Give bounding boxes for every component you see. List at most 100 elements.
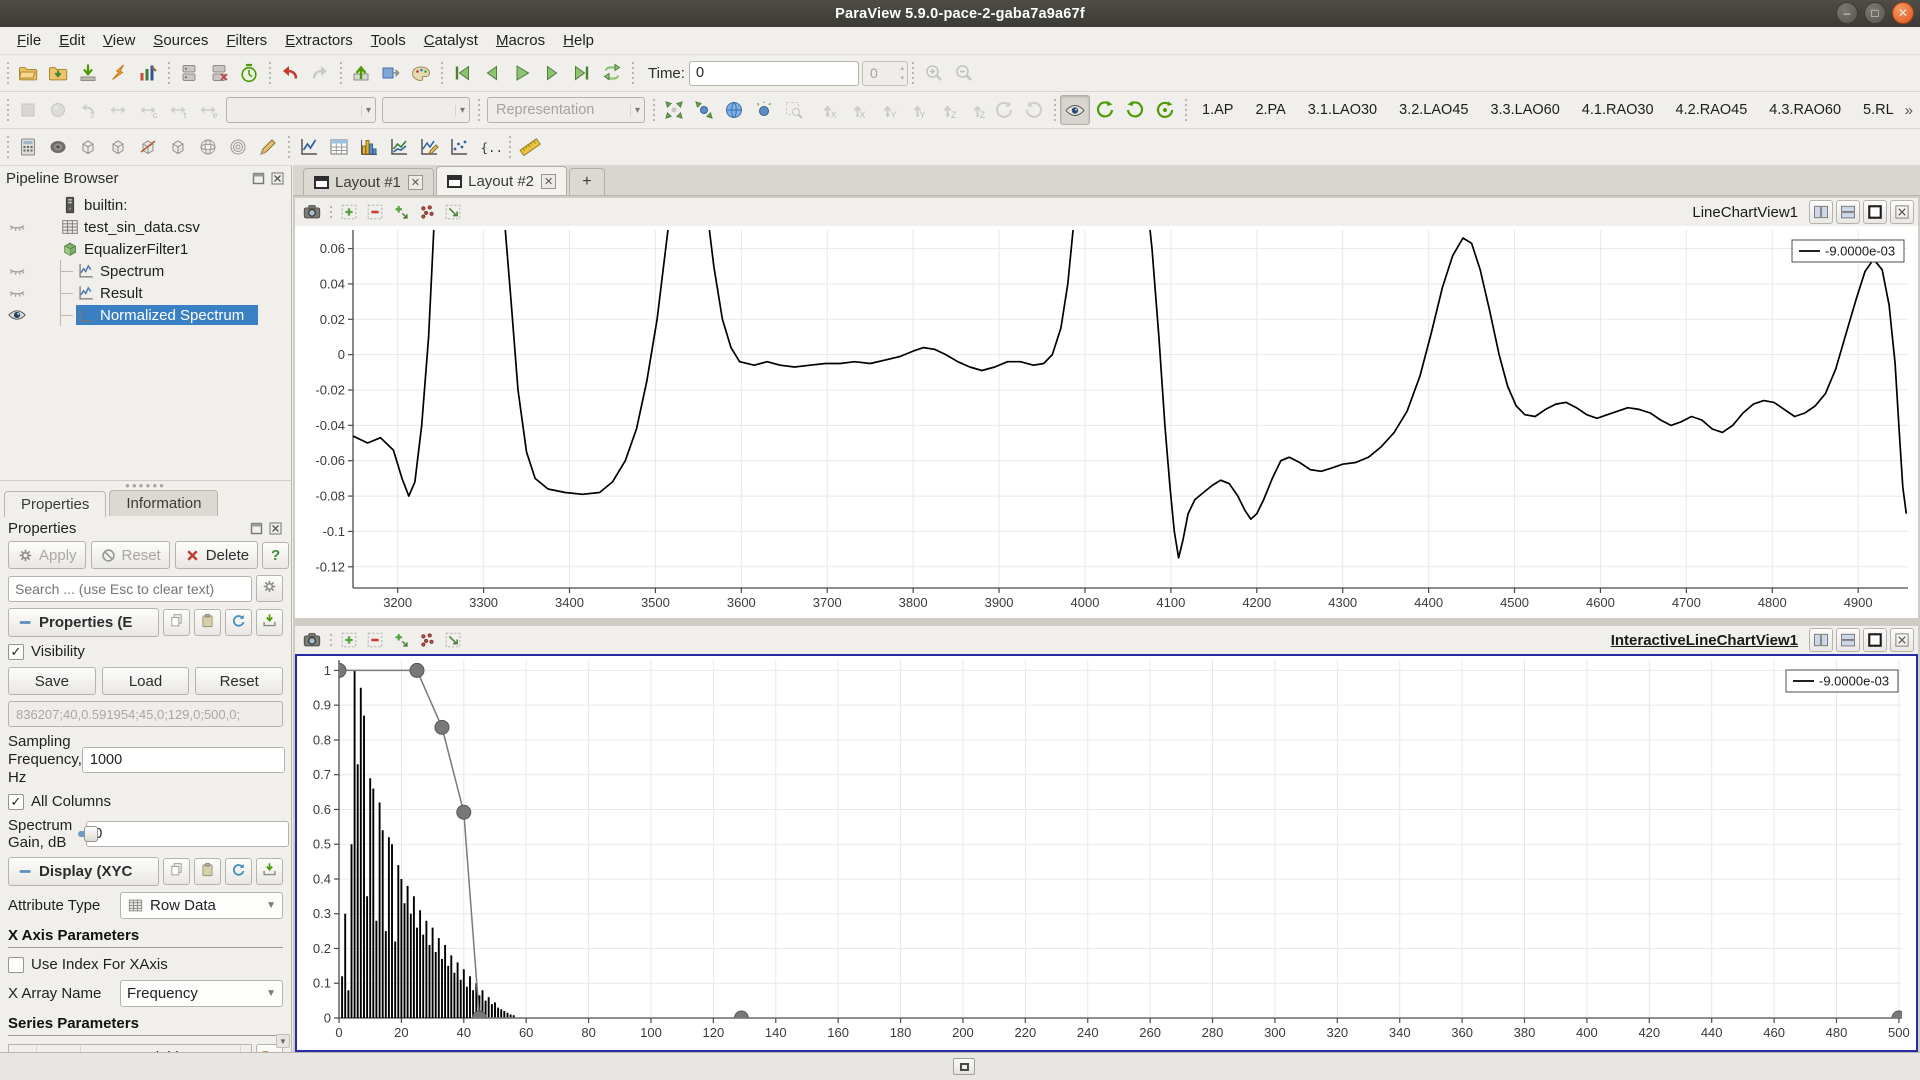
copy-properties-button[interactable]	[163, 609, 190, 636]
zoom-selection-icon[interactable]	[440, 627, 466, 653]
sampling-frequency-input[interactable]	[82, 747, 285, 773]
eye-closed-icon[interactable]	[0, 261, 34, 281]
visibility-checkbox[interactable]: ✓	[8, 644, 24, 660]
rescale-data-range-button[interactable]	[103, 95, 133, 125]
split-horizontal-icon[interactable]	[1836, 628, 1860, 652]
macro-32lao45-button[interactable]: 3.2.LAO45	[1392, 98, 1475, 122]
add-camera-link-button[interactable]	[1090, 95, 1120, 125]
reset-defaults-button[interactable]	[225, 609, 252, 636]
server-disconnect-button[interactable]	[204, 58, 234, 88]
add-view-icon[interactable]	[336, 627, 362, 653]
equalizer-control-point[interactable]	[410, 663, 424, 677]
timer-button[interactable]	[234, 58, 264, 88]
python-calculator-button[interactable]: {...}	[474, 132, 504, 162]
contour-filter-button[interactable]	[223, 132, 253, 162]
maximize-button[interactable]: □	[1864, 2, 1886, 24]
camera-undo-button[interactable]	[1150, 95, 1180, 125]
layout-tab-1[interactable]: Layout #1✕	[303, 168, 434, 195]
reset-camera-closest-button[interactable]	[719, 95, 749, 125]
redo-button[interactable]	[305, 58, 335, 88]
select-all-checkbox[interactable]	[9, 1045, 37, 1052]
reset-camera-button[interactable]	[659, 95, 689, 125]
macro-33lao60-button[interactable]: 3.3.LAO60	[1483, 98, 1566, 122]
separate-color-map-button[interactable]: 2	[73, 95, 103, 125]
search-input[interactable]	[8, 576, 252, 602]
glyph-disc-button[interactable]	[43, 132, 73, 162]
panel-splitter[interactable]: ●●●●●●	[0, 481, 291, 489]
extract-subset-button[interactable]	[163, 132, 193, 162]
menu-edit[interactable]: Edit	[50, 29, 94, 52]
eye-closed-icon[interactable]	[0, 217, 34, 237]
use-index-checkbox[interactable]	[8, 957, 24, 973]
legend-column-header[interactable]: L	[241, 1045, 251, 1052]
save-defaults-button[interactable]	[256, 609, 283, 636]
auto-apply-button[interactable]	[376, 58, 406, 88]
close-tab-icon[interactable]: ✕	[541, 174, 556, 189]
vcr-previous-frame-button[interactable]	[477, 58, 507, 88]
split-vertical-icon[interactable]	[1809, 200, 1833, 224]
close-button[interactable]: ✕	[1892, 2, 1914, 24]
menu-catalyst[interactable]: Catalyst	[415, 29, 487, 52]
close-panel-icon[interactable]	[270, 171, 285, 186]
macro-31lao30-button[interactable]: 3.1.LAO30	[1301, 98, 1384, 122]
capture-screenshot-icon[interactable]	[299, 199, 325, 225]
time-input[interactable]	[689, 61, 859, 86]
help-button[interactable]: ?	[262, 542, 289, 569]
spreadsheet-view-button[interactable]	[324, 132, 354, 162]
macro-2pa-button[interactable]: 2.PA	[1248, 98, 1292, 122]
zoom-closest-to-data-button[interactable]	[749, 95, 779, 125]
set-view-plus-y-button[interactable]: +Y	[869, 95, 899, 125]
menu-filters[interactable]: Filters	[217, 29, 276, 52]
split-view-icon[interactable]	[388, 199, 414, 225]
probe-location-button[interactable]	[444, 132, 474, 162]
tab-information[interactable]: Information	[109, 490, 218, 516]
apply-button[interactable]: Apply	[8, 541, 86, 569]
glyph-sphere-button[interactable]	[193, 132, 223, 162]
scroll-down-arrow[interactable]: ▼	[276, 1034, 290, 1048]
histogram-button[interactable]	[354, 132, 384, 162]
equalizer-control-point[interactable]	[457, 805, 471, 819]
close-view-icon[interactable]	[1890, 628, 1914, 652]
link-camera-button[interactable]	[1120, 95, 1150, 125]
save-points-button[interactable]: Save	[8, 667, 96, 695]
close-view-icon[interactable]	[1890, 200, 1914, 224]
representation-combo[interactable]: Representation▾	[487, 97, 645, 123]
set-view-minus-x-button[interactable]: -X	[839, 95, 869, 125]
menu-macros[interactable]: Macros	[487, 29, 554, 52]
tab-properties[interactable]: Properties	[4, 491, 106, 517]
stream-tracer-button[interactable]	[253, 132, 283, 162]
vcr-loop-button[interactable]	[597, 58, 627, 88]
ruler-button[interactable]	[515, 132, 545, 162]
split-view-icon[interactable]	[388, 627, 414, 653]
macro-41rao30-button[interactable]: 4.1.RAO30	[1575, 98, 1661, 122]
apply-changes-button[interactable]	[346, 58, 376, 88]
zoom-selection-icon[interactable]	[440, 199, 466, 225]
plot-over-line-button[interactable]	[294, 132, 324, 162]
layout-tab-2[interactable]: Layout #2✕	[436, 166, 567, 195]
rescale-custom-range-button[interactable]: c	[133, 95, 163, 125]
display-section-button[interactable]: Display (XYC	[8, 857, 159, 886]
zoom-box-button[interactable]	[779, 95, 809, 125]
reset-points-button[interactable]: Reset	[195, 667, 283, 695]
float-panel-icon[interactable]	[251, 171, 266, 186]
color-by-combo[interactable]: ▾	[226, 97, 376, 123]
remove-view-icon[interactable]	[362, 199, 388, 225]
menu-sources[interactable]: Sources	[144, 29, 217, 52]
float-properties-icon[interactable]	[249, 521, 264, 536]
clip-filter-button[interactable]	[73, 132, 103, 162]
maximize-view-icon[interactable]	[1863, 628, 1887, 652]
catalyst-connect-button[interactable]	[103, 58, 133, 88]
rotate-90-cw-button[interactable]	[1019, 95, 1049, 125]
rotate-90-ccw-button[interactable]	[989, 95, 1019, 125]
eye-open-icon[interactable]	[0, 305, 34, 325]
toolbar-overflow-chevron[interactable]: »	[1905, 102, 1920, 119]
plot-data-button[interactable]	[384, 132, 414, 162]
copy-display-button[interactable]	[163, 858, 190, 885]
properties-section-button[interactable]: Properties (E	[8, 608, 159, 637]
zoom-in-button[interactable]	[919, 58, 949, 88]
menu-tools[interactable]: Tools	[362, 29, 415, 52]
show-center-axes-button[interactable]	[1060, 95, 1090, 125]
undo-button[interactable]	[275, 58, 305, 88]
save-data-button[interactable]	[73, 58, 103, 88]
zoom-out-button[interactable]	[949, 58, 979, 88]
